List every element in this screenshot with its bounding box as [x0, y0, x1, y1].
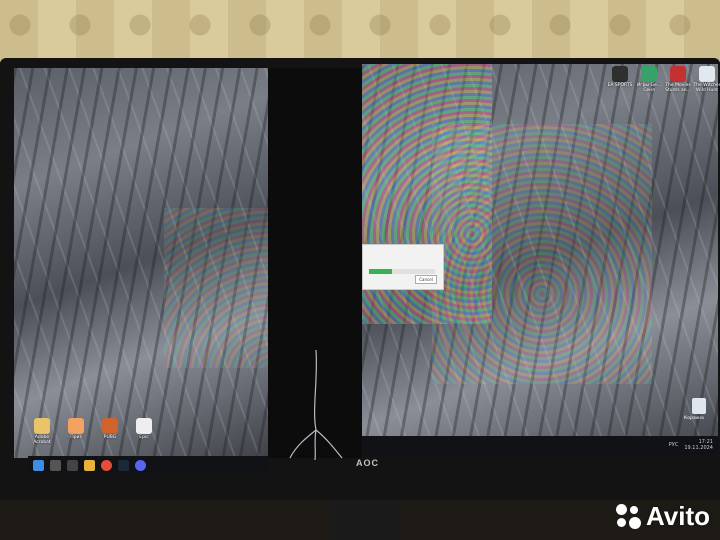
clock[interactable]: 17:21 19.11.2024 — [684, 439, 713, 451]
left-desktop-icons: Adobe Acrobat Приз PUBG Epic — [28, 418, 158, 445]
right-desktop-icon[interactable]: Игры Ge... Сеня — [635, 66, 663, 93]
desktop-icon-label: PUBG — [103, 435, 117, 440]
wall-wallpaper — [0, 0, 720, 62]
app-icon — [68, 418, 84, 434]
recycle-bin-icon[interactable] — [692, 398, 706, 414]
task-view-icon[interactable] — [67, 459, 78, 471]
app-icon — [699, 66, 715, 82]
app-icon — [102, 418, 118, 434]
desktop-icon-label: Epic — [139, 435, 149, 440]
avito-logo-icon — [615, 503, 642, 530]
left-desktop-icon[interactable]: PUBG — [96, 418, 124, 445]
screen-crack — [289, 350, 343, 460]
discord-icon[interactable] — [135, 459, 146, 471]
left-desktop-icon[interactable]: Приз — [62, 418, 90, 445]
app-icon — [136, 418, 152, 434]
avito-text: Avito — [645, 501, 710, 531]
desktop-icon-label: The Witcher Wild Hunt — [693, 83, 720, 93]
right-desktop-icons: EA SPORTS Игры Ge... Сеня The Movies Stunt… — [606, 66, 720, 93]
moire-artifact — [164, 208, 268, 368]
app-icon — [34, 418, 50, 434]
clock-date: 19.11.2024 — [684, 445, 713, 451]
chrome-icon[interactable] — [101, 459, 112, 471]
left-taskbar — [28, 456, 268, 474]
right-taskbar: РУС 17:21 19.11.2024 — [362, 436, 718, 454]
desktop-icon-label: Adobe Acrobat — [33, 435, 51, 445]
windows-start-icon[interactable] — [33, 459, 44, 471]
desktop-icon-label: EA SPORTS — [607, 83, 633, 88]
progress-bar — [369, 269, 435, 274]
desktop-icon-label: Приз — [70, 435, 82, 440]
left-screen — [14, 68, 268, 458]
search-icon[interactable] — [50, 459, 61, 471]
monitor-brand-logo: AOC — [356, 458, 379, 468]
app-icon — [670, 66, 686, 82]
desktop-icon-label: Игры Ge... Сеня — [636, 83, 662, 93]
desktop-icon-label: The Movies Stunts an... — [665, 83, 691, 93]
left-desktop-icon[interactable]: Adobe Acrobat — [28, 418, 56, 445]
right-desktop-icon[interactable]: The Witcher Wild Hunt — [693, 66, 720, 93]
language-indicator[interactable]: РУС — [669, 442, 679, 448]
app-icon — [641, 66, 657, 82]
recycle-bin-label: Корзина — [684, 416, 704, 421]
moire-artifact-wide — [432, 124, 652, 384]
cancel-button[interactable]: Cancel — [415, 275, 437, 284]
left-desktop-icon[interactable]: Epic — [130, 418, 158, 445]
progress-fill — [369, 269, 393, 274]
right-desktop-icon[interactable]: EA SPORTS — [606, 66, 634, 93]
steam-icon[interactable] — [118, 459, 129, 471]
avito-watermark: Avito — [615, 501, 710, 532]
progress-dialog: Cancel — [362, 244, 444, 290]
app-icon — [612, 66, 628, 82]
folder-icon[interactable] — [84, 459, 95, 471]
right-desktop-icon[interactable]: The Movies Stunts an... — [664, 66, 692, 93]
